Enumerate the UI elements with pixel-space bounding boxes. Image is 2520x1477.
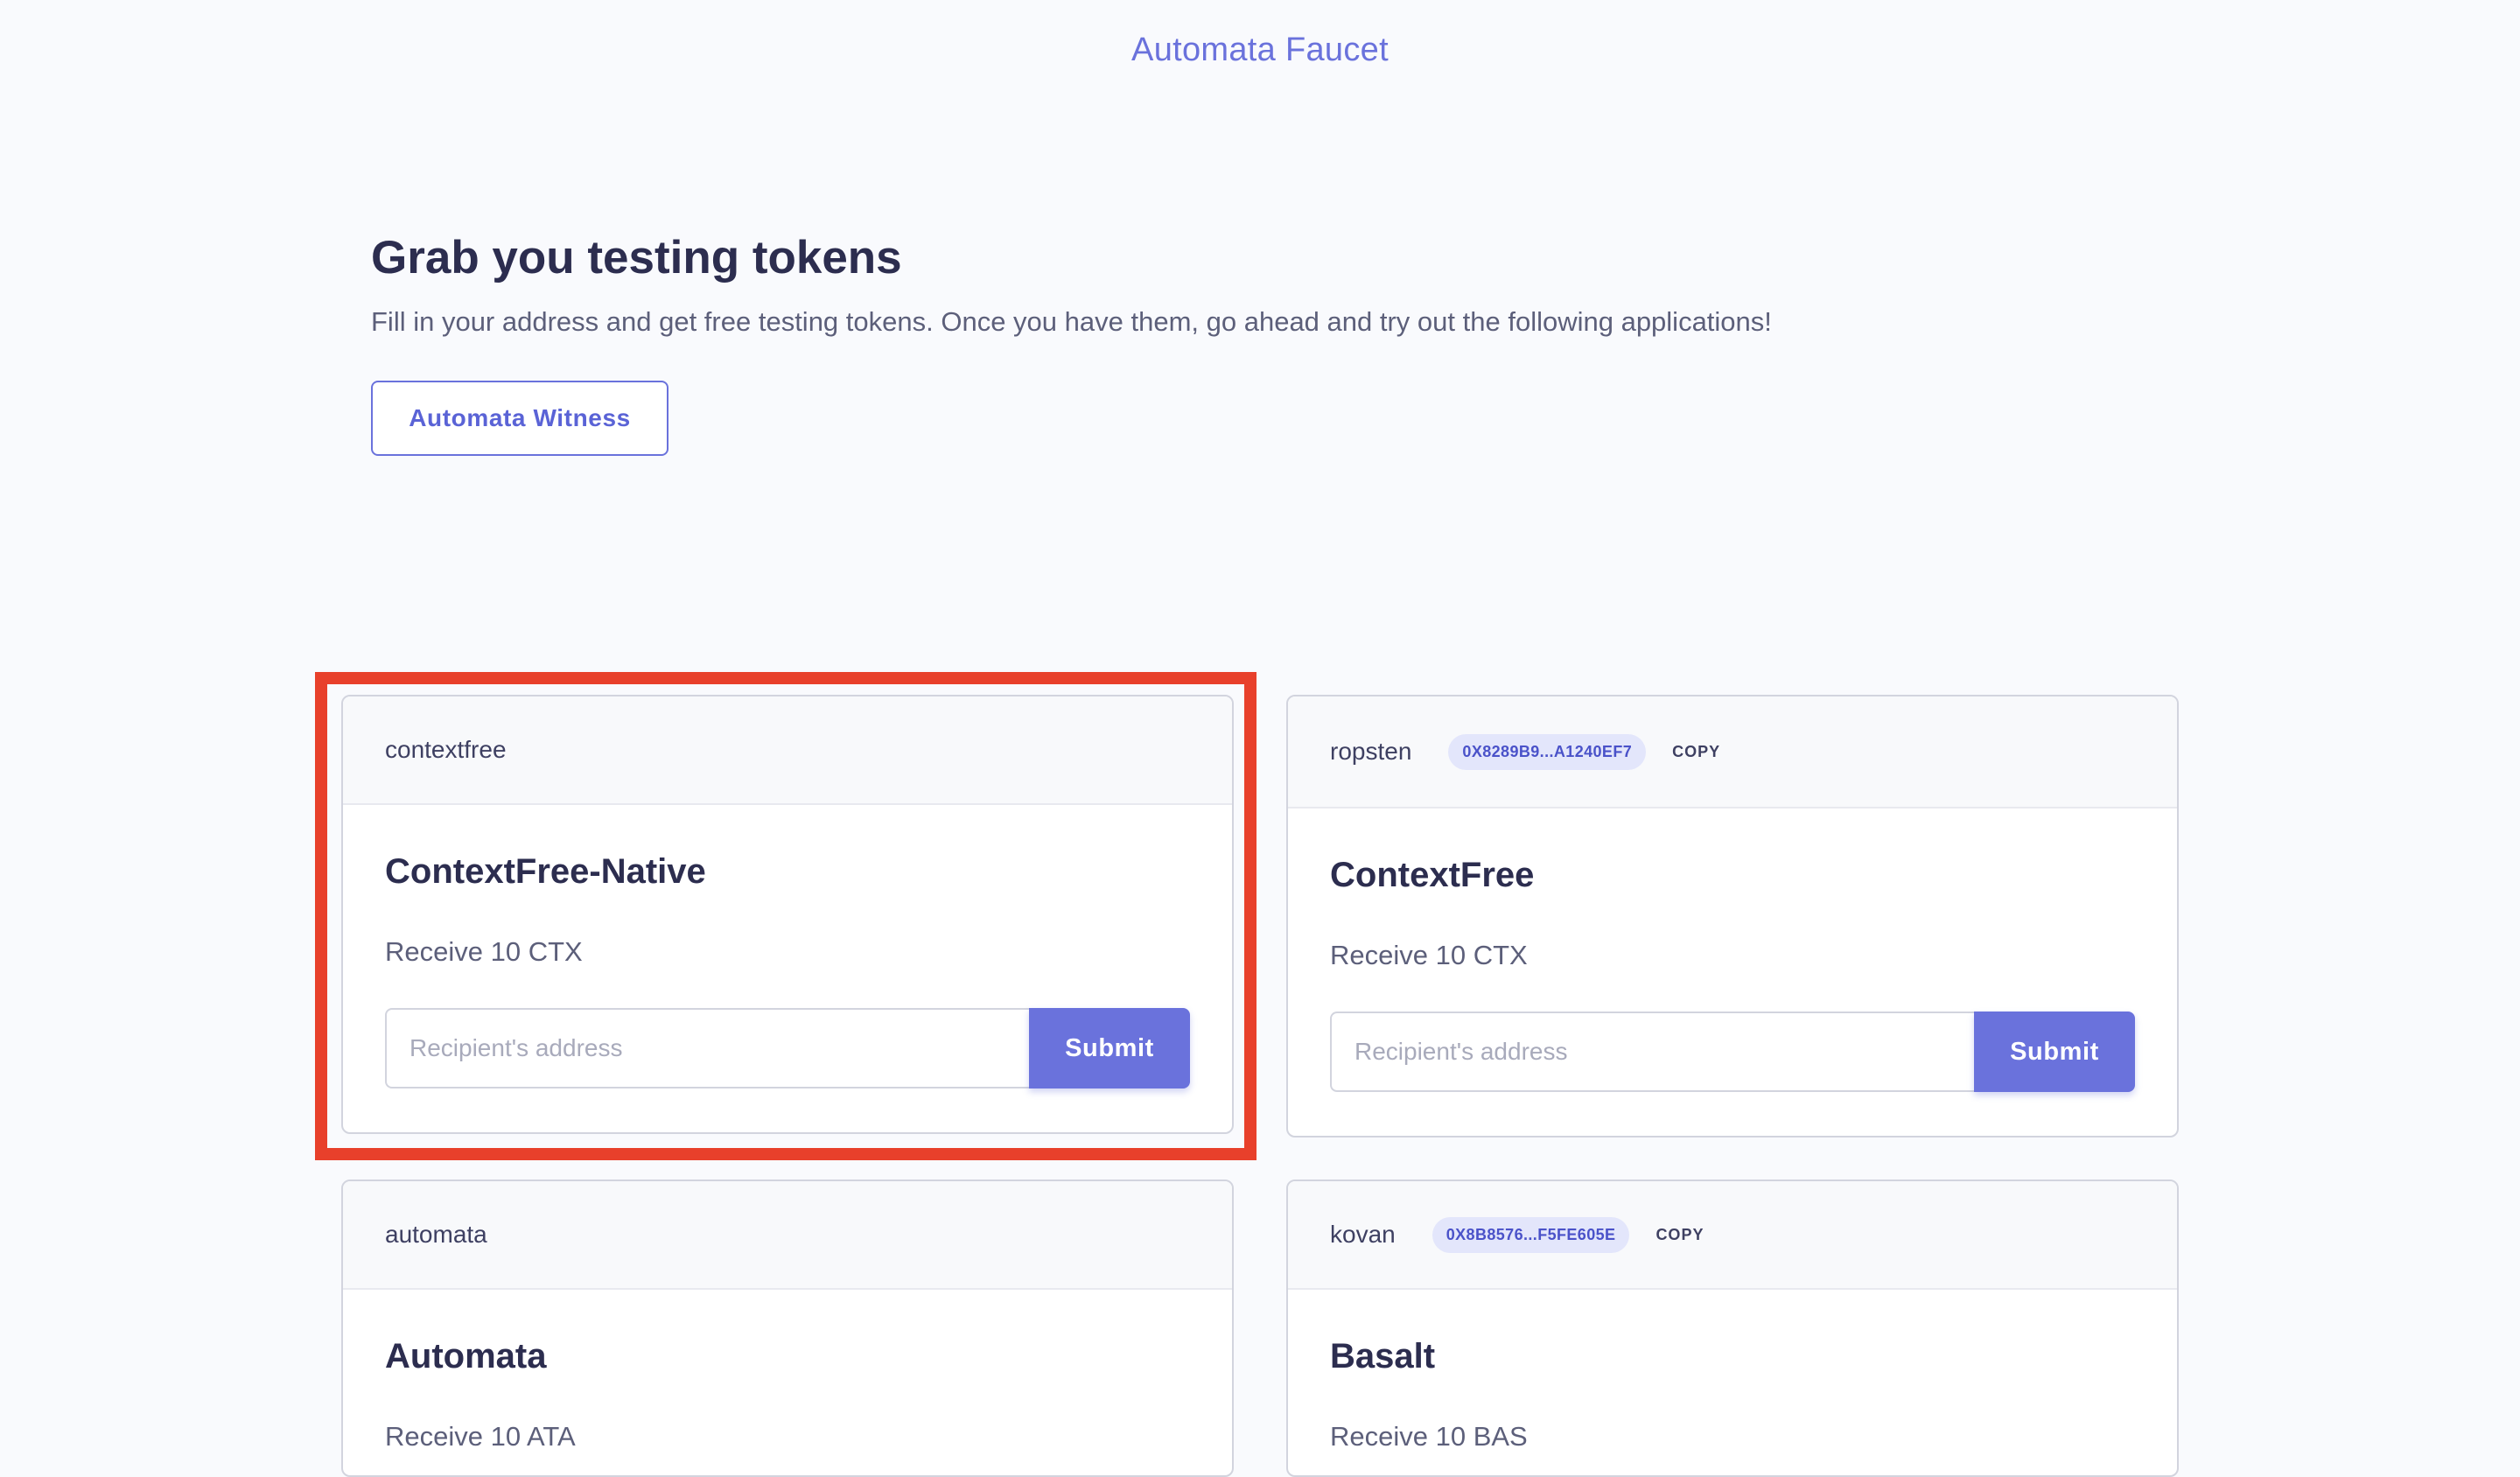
network-label: automata [385, 1221, 487, 1248]
faucet-card-ropsten: ropsten 0X8289B9...A1240EF7 COPY Context… [1286, 695, 2179, 1138]
recipient-address-input[interactable] [1330, 1012, 1974, 1092]
automata-witness-button[interactable]: Automata Witness [371, 381, 668, 456]
token-title: ContextFree [1330, 856, 1535, 894]
card-body: Basalt Receive 10 BAS [1288, 1290, 2177, 1475]
network-label: kovan [1330, 1221, 1396, 1248]
recipient-address-input[interactable] [385, 1008, 1029, 1088]
token-title: Automata [385, 1337, 547, 1376]
token-title: Basalt [1330, 1337, 1436, 1376]
copy-address-button[interactable]: COPY [1672, 743, 1720, 761]
recipient-form: Submit [385, 1008, 1190, 1088]
network-label: ropsten [1330, 738, 1412, 765]
card-body: Automata Receive 10 ATA [343, 1290, 1232, 1475]
faucet-card-contextfree: contextfree ContextFree-Native Receive 1… [341, 695, 1234, 1134]
contract-address-badge: 0X8289B9...A1240EF7 [1448, 733, 1647, 770]
receive-amount: Receive 10 ATA [385, 1421, 576, 1452]
card-body: ContextFree-Native Receive 10 CTX Submit [343, 805, 1232, 1130]
network-label: contextfree [385, 736, 507, 763]
app-title: Automata Faucet [1131, 32, 1389, 68]
contract-address-badge: 0X8B8576...F5FE605E [1432, 1216, 1630, 1253]
card-header: kovan 0X8B8576...F5FE605E COPY [1288, 1181, 2177, 1290]
card-header: contextfree [343, 696, 1232, 805]
hero-description: Fill in your address and get free testin… [371, 306, 1772, 337]
recipient-form: Submit [1330, 1012, 2135, 1092]
copy-address-button[interactable]: COPY [1656, 1226, 1704, 1244]
receive-amount: Receive 10 CTX [1330, 940, 1528, 970]
card-body: ContextFree Receive 10 CTX Submit [1288, 808, 2177, 1134]
receive-amount: Receive 10 CTX [385, 936, 583, 967]
token-title: ContextFree-Native [385, 852, 706, 891]
hero-section: Grab you testing tokens Fill in your add… [371, 226, 2121, 456]
receive-amount: Receive 10 BAS [1330, 1421, 1528, 1452]
submit-button[interactable]: Submit [1029, 1008, 1190, 1088]
hero-title: Grab you testing tokens [371, 232, 902, 284]
submit-button[interactable]: Submit [1974, 1012, 2135, 1092]
card-header: automata [343, 1181, 1232, 1290]
faucet-card-kovan: kovan 0X8B8576...F5FE605E COPY Basalt Re… [1286, 1180, 2179, 1477]
card-header: ropsten 0X8289B9...A1240EF7 COPY [1288, 696, 2177, 808]
faucet-card-automata: automata Automata Receive 10 ATA [341, 1180, 1234, 1477]
